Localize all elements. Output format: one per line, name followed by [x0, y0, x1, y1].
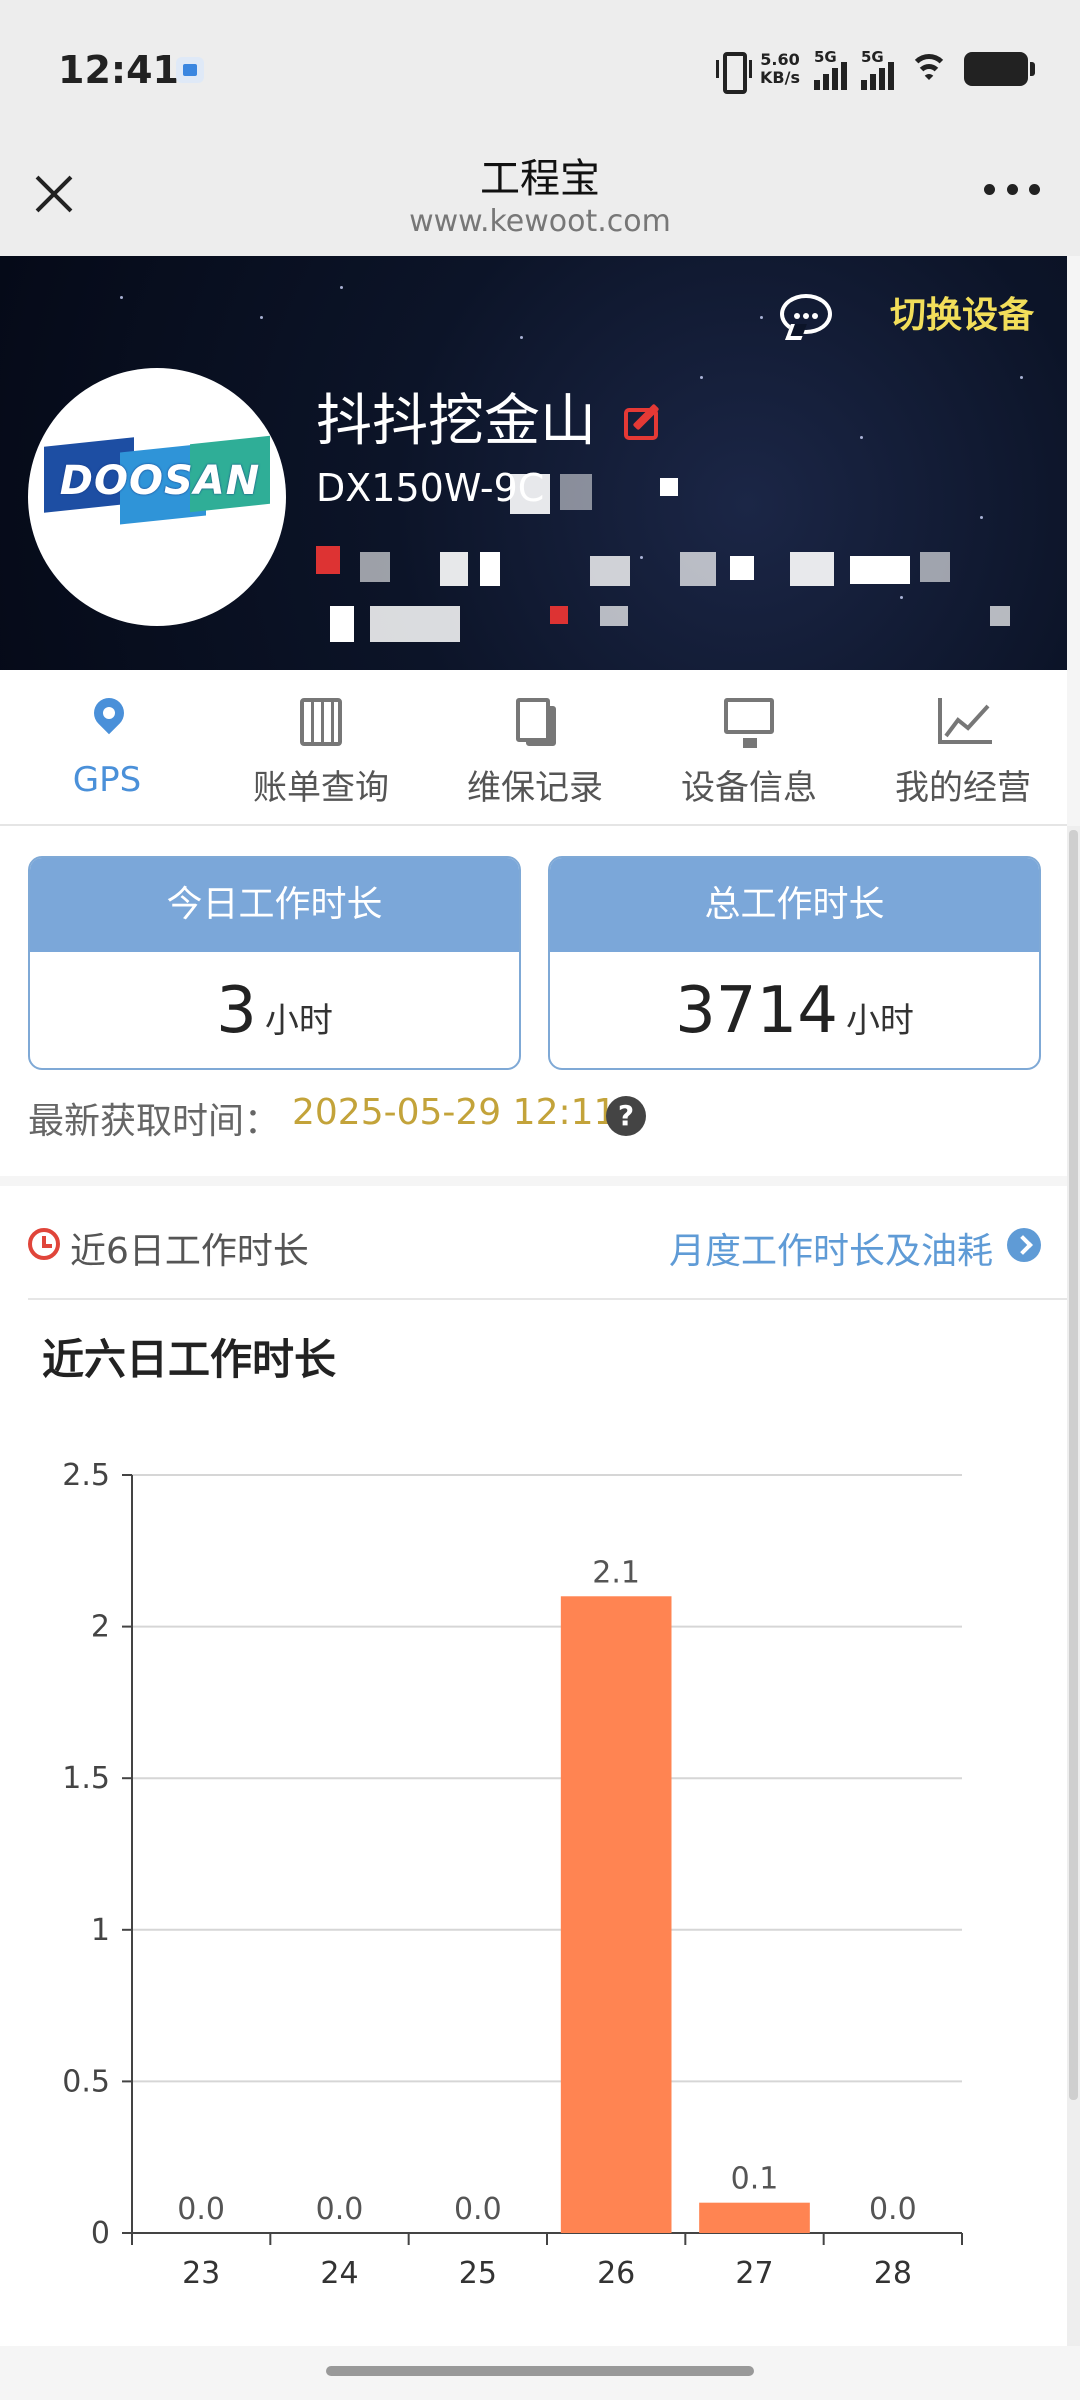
y-tick-label: 1.5	[62, 1761, 110, 1796]
x-tick-label: 27	[735, 2256, 773, 2286]
page-url: www.kewoot.com	[409, 204, 671, 239]
device-header: 切换设备 DOOSAN 抖抖挖金山 DX150W-9C	[0, 256, 1067, 670]
home-indicator[interactable]	[326, 2366, 754, 2376]
today-hours-unit: 小时	[264, 1001, 333, 1041]
edit-icon[interactable]	[624, 402, 664, 440]
bar	[560, 1596, 672, 2233]
section-title: 近6日工作时长	[70, 1231, 309, 1272]
menu-item-label: 维保记录	[467, 768, 603, 808]
total-hours-card: 总工作时长 3714 小时	[548, 856, 1041, 1070]
chart-title: 近六日工作时长	[42, 1335, 337, 1384]
bar	[699, 2202, 810, 2233]
bar-data-label: 2.1	[592, 1555, 640, 1590]
switch-device-button[interactable]: 切换设备	[890, 286, 1034, 338]
bar-data-label: 0.0	[316, 2192, 364, 2227]
today-hours-title: 今日工作时长	[30, 858, 519, 952]
notification-app-icon	[176, 57, 204, 83]
menu-item-label: 设备信息	[681, 768, 817, 808]
menu-item-business[interactable]: 我的经营	[856, 670, 1070, 826]
menu-item-device-info[interactable]: 设备信息	[642, 670, 856, 826]
divider	[28, 1298, 1067, 1300]
status-icons: 5.60 KB/s 5G 5G	[716, 44, 1035, 94]
top-nav-bar: 工程宝 www.kewoot.com	[0, 140, 1080, 256]
y-tick-label: 0	[91, 2216, 110, 2251]
battery-icon	[964, 52, 1035, 86]
x-tick-label: 25	[459, 2256, 497, 2286]
brand-logo: DOOSAN	[28, 368, 286, 626]
menu-item-maintenance[interactable]: 维保记录	[428, 670, 642, 826]
help-icon[interactable]: ?	[606, 1096, 646, 1136]
clock-time: 12:41	[58, 48, 179, 92]
menu-item-label: 我的经营	[895, 768, 1031, 808]
chevron-right-icon[interactable]	[1007, 1228, 1041, 1262]
monitor-icon	[724, 698, 774, 748]
scrollbar-thumb[interactable]	[1069, 830, 1078, 2100]
signal-label: 5G	[814, 48, 837, 66]
calculator-icon	[296, 698, 346, 746]
y-tick-label: 2	[91, 1610, 110, 1645]
wifi-icon	[908, 52, 950, 86]
brand-logo-text: DOOSAN	[59, 458, 261, 504]
x-tick-label: 26	[597, 2256, 635, 2286]
fetch-time-value: 2025-05-29 12:11	[292, 1092, 617, 1133]
quick-menu: GPS 账单查询 维保记录 设备信息 我的经营	[0, 670, 1067, 826]
today-hours-card: 今日工作时长 3 小时	[28, 856, 521, 1070]
x-tick-label: 28	[874, 2256, 912, 2286]
y-tick-label: 0.5	[62, 2064, 110, 2099]
more-options-icon[interactable]	[984, 184, 1040, 196]
status-bar: 12:41 5.60 KB/s 5G 5G	[0, 0, 1080, 140]
today-hours-value: 3	[216, 974, 257, 1048]
vibrate-icon	[716, 50, 753, 94]
menu-item-label: 账单查询	[253, 768, 389, 808]
signal-icon: 5G	[814, 48, 847, 90]
recent-hours-section: 近6日工作时长 月度工作时长及油耗 近六日工作时长 0 0.5 1 1.5 2 2.5 0.…	[0, 1186, 1067, 2346]
bar-data-label: 0.0	[177, 2192, 225, 2227]
page-title: 工程宝	[480, 156, 600, 202]
monthly-hours-link[interactable]: 月度工作时长及油耗	[669, 1222, 993, 1274]
work-hours-summary: 今日工作时长 3 小时 总工作时长 3714 小时 最新获取时间： 2025-05-…	[0, 826, 1067, 1176]
trend-chart-icon	[938, 698, 992, 746]
total-hours-title: 总工作时长	[550, 858, 1039, 952]
bar-chart: 0 0.5 1 1.5 2 2.5 0.0 23 0.0 24 0.0 25 2.1 26 0.1 27 0.0…	[62, 1458, 963, 2286]
document-icon	[510, 698, 560, 746]
total-hours-unit: 小时	[845, 1001, 914, 1041]
fetch-time-label: 最新获取时间：	[28, 1101, 281, 1142]
y-tick-label: 1	[91, 1913, 110, 1948]
message-icon[interactable]	[780, 294, 832, 334]
bar-data-label: 0.1	[731, 2162, 779, 2197]
signal-icon: 5G	[861, 48, 894, 90]
clock-icon	[28, 1228, 60, 1260]
menu-item-label: GPS	[72, 760, 142, 800]
x-tick-label: 24	[320, 2256, 358, 2286]
bar-data-label: 0.0	[869, 2192, 917, 2227]
location-pin-icon	[82, 691, 132, 746]
bar-data-label: 0.0	[454, 2192, 502, 2227]
network-speed: 5.60 KB/s	[760, 51, 800, 87]
network-speed-unit: KB/s	[760, 68, 800, 87]
menu-item-gps[interactable]: GPS	[0, 670, 214, 826]
x-tick-label: 23	[182, 2256, 220, 2286]
y-tick-label: 2.5	[62, 1458, 110, 1493]
network-speed-value: 5.60	[760, 50, 800, 69]
total-hours-value: 3714	[675, 974, 838, 1048]
device-name: 抖抖挖金山	[316, 389, 596, 454]
menu-item-billing[interactable]: 账单查询	[214, 670, 428, 826]
signal-label: 5G	[861, 48, 884, 66]
